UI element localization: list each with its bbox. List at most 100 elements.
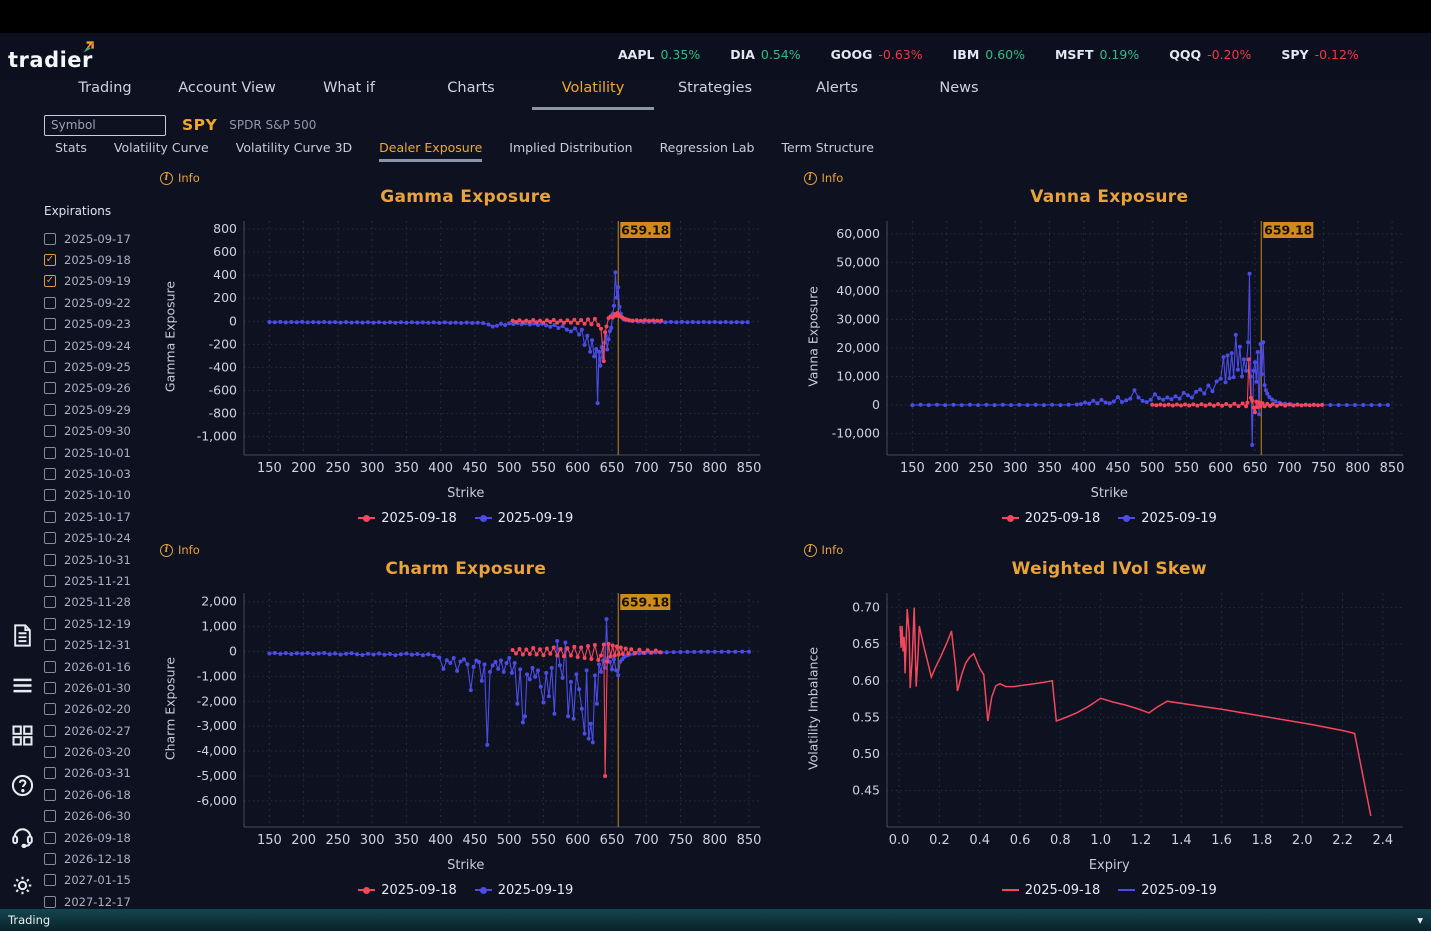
nav-item-strategies[interactable]: Strategies xyxy=(654,80,776,110)
checkbox-icon[interactable]: ✓ xyxy=(44,788,56,801)
checkbox-icon[interactable]: ✓ xyxy=(44,232,56,245)
help-icon[interactable] xyxy=(9,772,36,799)
nav-item-what-if[interactable]: What if xyxy=(288,80,410,110)
checkbox-icon[interactable]: ✓ xyxy=(44,853,56,866)
checkbox-icon[interactable]: ✓ xyxy=(44,382,56,395)
chart-plot-charm-exposure[interactable]: 150 200 250 300 350 400 450 500 550 600 650 700 750 8… xyxy=(160,585,772,853)
expiration-row[interactable]: ✓ 2026-03-20 xyxy=(44,741,150,762)
info-button[interactable]: i Info xyxy=(803,541,843,559)
checkbox-icon[interactable]: ✓ xyxy=(44,574,56,587)
ticker-item-ibm[interactable]: IBM 0.60% xyxy=(953,47,1025,62)
expiration-row[interactable]: ✓ 2025-09-29 xyxy=(44,399,150,420)
expiration-row[interactable]: ✓ 2025-09-25 xyxy=(44,356,150,377)
expiration-row[interactable]: ✓ 2025-11-21 xyxy=(44,570,150,591)
expiration-row[interactable]: ✓ 2026-02-27 xyxy=(44,720,150,741)
legend-item[interactable]: 2025-09-18 xyxy=(358,511,457,526)
expiration-row[interactable]: ✓ 2025-10-01 xyxy=(44,442,150,463)
expiration-row[interactable]: ✓ 2026-09-18 xyxy=(44,827,150,848)
checkbox-icon[interactable]: ✓ xyxy=(44,446,56,459)
checkbox-icon[interactable]: ✓ xyxy=(44,596,56,609)
chart-plot-gamma-exposure[interactable]: 150 200 250 300 350 400 450 500 550 600 650 700 750 8… xyxy=(160,213,772,481)
expiration-row[interactable]: ✓ 2026-06-18 xyxy=(44,784,150,805)
expiration-row[interactable]: ✓ 2025-09-24 xyxy=(44,335,150,356)
settings-gear-icon[interactable] xyxy=(9,872,36,899)
expiration-row[interactable]: ✓ 2025-10-10 xyxy=(44,485,150,506)
nav-item-volatility[interactable]: Volatility xyxy=(532,80,654,110)
expiration-row[interactable]: ✓ 2025-12-31 xyxy=(44,634,150,655)
statusbar-caret-icon[interactable]: ▾ xyxy=(1417,913,1423,927)
checkbox-checked-icon[interactable]: ✓ xyxy=(44,254,56,267)
subtab-regression-lab[interactable]: Regression Lab xyxy=(660,140,755,162)
checkbox-checked-icon[interactable]: ✓ xyxy=(44,275,56,288)
checkbox-icon[interactable]: ✓ xyxy=(44,553,56,566)
expiration-row[interactable]: ✓ 2025-10-31 xyxy=(44,549,150,570)
legend-item[interactable]: 2025-09-18 xyxy=(358,883,457,898)
subtab-volatility-curve-3d[interactable]: Volatility Curve 3D xyxy=(236,140,352,162)
subtab-stats[interactable]: Stats xyxy=(55,140,87,162)
checkbox-icon[interactable]: ✓ xyxy=(44,810,56,823)
expiration-row[interactable]: ✓ 2025-09-19 xyxy=(44,271,150,292)
checkbox-icon[interactable]: ✓ xyxy=(44,489,56,502)
expiration-row[interactable]: ✓ 2025-11-28 xyxy=(44,592,150,613)
ticker-item-dia[interactable]: DIA 0.54% xyxy=(730,47,800,62)
legend-item[interactable]: 2025-09-19 xyxy=(474,511,573,526)
checkbox-icon[interactable]: ✓ xyxy=(44,681,56,694)
checkbox-icon[interactable]: ✓ xyxy=(44,703,56,716)
checkbox-icon[interactable]: ✓ xyxy=(44,425,56,438)
legend-item[interactable]: 2025-09-19 xyxy=(1118,511,1217,526)
expiration-row[interactable]: ✓ 2025-10-24 xyxy=(44,527,150,548)
expiration-row[interactable]: ✓ 2026-01-16 xyxy=(44,656,150,677)
subtab-term-structure[interactable]: Term Structure xyxy=(781,140,873,162)
checkbox-icon[interactable]: ✓ xyxy=(44,403,56,416)
expiration-row[interactable]: ✓ 2025-09-30 xyxy=(44,421,150,442)
ticker-item-qqq[interactable]: QQQ -0.20% xyxy=(1169,47,1251,62)
legend-item[interactable]: 2025-09-19 xyxy=(474,883,573,898)
subtab-volatility-curve[interactable]: Volatility Curve xyxy=(114,140,209,162)
checkbox-icon[interactable]: ✓ xyxy=(44,532,56,545)
expiration-row[interactable]: ✓ 2025-10-17 xyxy=(44,506,150,527)
expiration-row[interactable]: ✓ 2025-12-19 xyxy=(44,613,150,634)
checkbox-icon[interactable]: ✓ xyxy=(44,296,56,309)
expiration-row[interactable]: ✓ 2025-09-26 xyxy=(44,378,150,399)
checkbox-icon[interactable]: ✓ xyxy=(44,746,56,759)
checkbox-icon[interactable]: ✓ xyxy=(44,361,56,374)
nav-item-trading[interactable]: Trading xyxy=(44,80,166,110)
checkbox-icon[interactable]: ✓ xyxy=(44,339,56,352)
expiration-row[interactable]: ✓ 2026-03-31 xyxy=(44,763,150,784)
checkbox-icon[interactable]: ✓ xyxy=(44,467,56,480)
nav-item-account-view[interactable]: Account View xyxy=(166,80,288,110)
apps-grid-icon[interactable] xyxy=(9,722,36,749)
expiration-row[interactable]: ✓ 2027-01-15 xyxy=(44,870,150,891)
expiration-row[interactable]: ✓ 2026-02-20 xyxy=(44,699,150,720)
expiration-row[interactable]: ✓ 2026-12-18 xyxy=(44,848,150,869)
info-button[interactable]: i Info xyxy=(803,169,843,187)
menu-icon[interactable] xyxy=(9,672,36,699)
checkbox-icon[interactable]: ✓ xyxy=(44,767,56,780)
nav-item-news[interactable]: News xyxy=(898,80,1020,110)
nav-item-charts[interactable]: Charts xyxy=(410,80,532,110)
checkbox-icon[interactable]: ✓ xyxy=(44,874,56,887)
tradier-logo[interactable]: tradier xyxy=(8,39,97,75)
checkbox-icon[interactable]: ✓ xyxy=(44,660,56,673)
expiration-row[interactable]: ✓ 2026-01-30 xyxy=(44,677,150,698)
chart-plot-weighted-ivol-skew[interactable]: 0.0 0.2 0.4 0.6 0.8 1.0 1.2 1.4 1.6 1.8 2.0 2.2 2.4 0… xyxy=(803,585,1415,853)
checkbox-icon[interactable]: ✓ xyxy=(44,318,56,331)
expiration-row[interactable]: ✓ 2026-06-30 xyxy=(44,806,150,827)
ticker-item-msft[interactable]: MSFT 0.19% xyxy=(1055,47,1139,62)
info-button[interactable]: i Info xyxy=(160,169,200,187)
legend-item[interactable]: 2025-09-19 xyxy=(1118,883,1217,898)
document-icon[interactable] xyxy=(9,622,36,649)
checkbox-icon[interactable]: ✓ xyxy=(44,831,56,844)
expiration-row[interactable]: ✓ 2025-09-17 xyxy=(44,228,150,249)
subtab-implied-distribution[interactable]: Implied Distribution xyxy=(509,140,632,162)
symbol-input[interactable] xyxy=(44,114,166,136)
checkbox-icon[interactable]: ✓ xyxy=(44,895,56,908)
checkbox-icon[interactable]: ✓ xyxy=(44,639,56,652)
checkbox-icon[interactable]: ✓ xyxy=(44,724,56,737)
legend-item[interactable]: 2025-09-18 xyxy=(1001,883,1100,898)
checkbox-icon[interactable]: ✓ xyxy=(44,617,56,630)
checkbox-icon[interactable]: ✓ xyxy=(44,510,56,523)
expiration-row[interactable]: ✓ 2025-09-18 xyxy=(44,249,150,270)
chart-plot-vanna-exposure[interactable]: 150 200 250 300 350 400 450 500 550 600 650 700 750 8… xyxy=(803,213,1415,481)
support-headset-icon[interactable] xyxy=(9,822,36,849)
